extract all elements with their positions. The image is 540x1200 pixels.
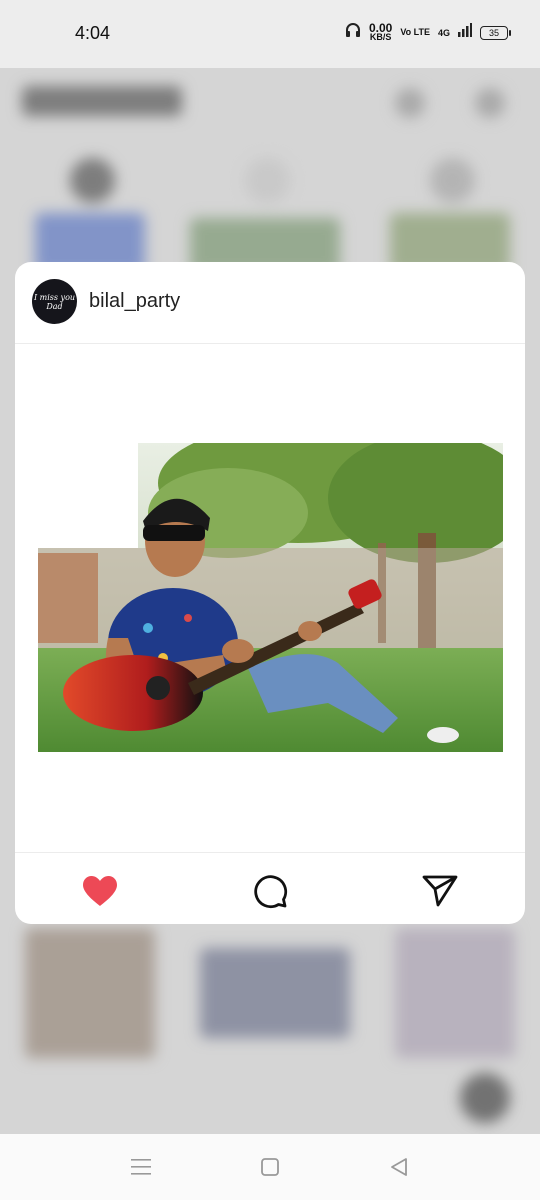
post-preview-card: I miss you Dad bilal_party: [15, 262, 525, 924]
battery-icon: 35: [480, 25, 511, 40]
username[interactable]: bilal_party: [89, 290, 180, 313]
avatar-text: I miss you Dad: [33, 292, 76, 311]
heart-icon: [83, 876, 117, 906]
home-square-icon: [261, 1158, 279, 1176]
paper-plane-icon: [422, 875, 458, 907]
speed-unit: KB/S: [369, 31, 392, 42]
home-button[interactable]: [255, 1152, 285, 1182]
system-nav-bar: [0, 1134, 540, 1200]
photo-image: [38, 443, 503, 752]
status-time: 4:04: [75, 23, 111, 43]
avatar[interactable]: I miss you Dad: [32, 279, 77, 324]
network-type: 4G: [437, 27, 450, 38]
share-button[interactable]: [420, 871, 460, 911]
status-icons: 0.00 KB/S Vo LTE 4G 35: [345, 22, 511, 43]
back-triangle-icon: [391, 1158, 407, 1176]
signal-icon: [458, 23, 472, 42]
back-button[interactable]: [384, 1152, 414, 1182]
status-bar: 4:04 0.00 KB/S Vo LTE 4G 35: [0, 0, 540, 68]
comment-button[interactable]: [250, 871, 290, 911]
menu-icon: [131, 1159, 151, 1175]
network-speed: 0.00 KB/S: [369, 22, 392, 42]
recents-button[interactable]: [126, 1152, 156, 1182]
comment-icon: [254, 875, 288, 909]
preview-header: I miss you Dad bilal_party: [15, 262, 525, 344]
post-photo[interactable]: [38, 443, 503, 752]
action-bar: [15, 852, 525, 924]
volte-indicator: Vo LTE: [400, 27, 430, 37]
headphones-icon: [345, 22, 361, 43]
like-button[interactable]: [80, 871, 120, 911]
